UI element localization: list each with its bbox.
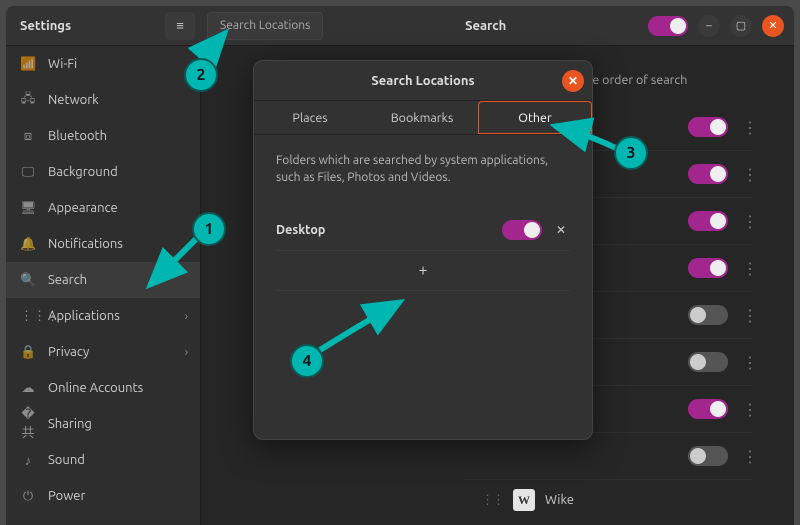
result-toggle[interactable] [688,399,728,419]
sidebar-icon: ☁ [20,381,36,396]
sidebar-icon: ⋮⋮⋮ [20,309,36,324]
sidebar-item-wi-fi[interactable]: 📶 Wi-Fi [6,46,200,82]
chevron-right-icon: › [185,310,188,323]
sidebar-item-background[interactable]: 🖵 Background [6,154,200,190]
sidebar-item-label: Sharing [48,417,92,431]
window-controls: – ▢ ✕ [648,15,794,37]
location-label: Desktop [276,223,492,237]
sidebar-item-notifications[interactable]: 🔔 Notifications [6,226,200,262]
hamburger-icon[interactable]: ≡ [165,12,195,40]
sidebar-item-label: Appearance [48,201,118,215]
sidebar-item-bluetooth[interactable]: ⧈ Bluetooth [6,118,200,154]
titlebar: Settings ≡ Search Locations Search – ▢ ✕ [6,6,794,46]
sidebar-item-search[interactable]: 🔍 Search [6,262,200,298]
wike-app-icon: W [513,489,535,511]
sidebar-icon: 🔒 [20,345,36,360]
more-icon[interactable]: ⋮ [742,400,752,419]
sidebar-item-label: Sound [48,453,85,467]
result-toggle[interactable] [688,352,728,372]
search-master-toggle[interactable] [648,16,688,36]
annotation-bubble-2: 2 [184,58,218,92]
location-toggle[interactable] [502,220,542,240]
add-location-button[interactable]: + [276,251,570,291]
sidebar-icon: 🖧 [20,89,36,111]
search-locations-button[interactable]: Search Locations [207,12,323,40]
result-toggle[interactable] [688,258,728,278]
sidebar-item-label: Bluetooth [48,129,107,143]
more-icon[interactable]: ⋮ [742,212,752,231]
result-toggle[interactable] [688,164,728,184]
drag-handle-icon[interactable]: ⋮⋮ [481,493,503,508]
more-icon[interactable]: ⋮ [742,165,752,184]
result-toggle[interactable] [688,211,728,231]
sidebar-icon: ⧈ [20,129,36,144]
result-toggle[interactable] [688,305,728,325]
tab-places[interactable]: Places [254,101,366,134]
result-toggle[interactable] [688,117,728,137]
more-icon[interactable]: ⋮ [742,447,752,466]
sidebar-item-power[interactable]: ⏻ Power [6,478,200,514]
sidebar-item-privacy[interactable]: 🔒 Privacy › [6,334,200,370]
result-row: ⋮ [463,433,752,480]
sidebar[interactable]: 📶 Wi-Fi 🖧 Network ⧈ Bluetooth 🖵 Background 🖥 Appe… [6,46,201,525]
sidebar-icon: 🖵 [20,165,36,180]
sidebar-item-network[interactable]: 🖧 Network [6,82,200,118]
plus-icon: + [418,261,427,279]
wike-label: Wike [545,493,574,507]
sidebar-item-appearance[interactable]: 🖥 Appearance [6,190,200,226]
sidebar-item-applications[interactable]: ⋮⋮⋮Applications› [6,298,200,334]
search-locations-label: Search Locations [220,19,310,32]
sidebar-item-label: Background [48,165,118,179]
dialog-close-icon[interactable]: ✕ [562,70,584,92]
sidebar-item-label: Privacy [48,345,89,359]
more-icon[interactable]: ⋮ [742,259,752,278]
app-title: Settings [20,19,71,33]
annotation-bubble-1: 1 [192,212,226,246]
dialog-tabs: PlacesBookmarksOther [254,101,592,135]
sidebar-icon: �共 [20,407,36,441]
sidebar-icon: 🔍 [20,273,36,288]
maximize-icon[interactable]: ▢ [730,15,752,37]
sidebar-item-label: Search [48,273,87,287]
page-title: Search [323,19,648,33]
dialog-description: Folders which are searched by system app… [276,153,570,187]
sidebar-item-label: Wi-Fi [48,57,77,71]
sidebar-item-label: Power [48,489,85,503]
more-icon[interactable]: ⋮ [742,306,752,325]
sidebar-item-label: Notifications [48,237,123,251]
chevron-right-icon: › [185,346,188,359]
location-row-desktop: Desktop ✕ [276,211,570,251]
sidebar-item-label: Network [48,93,99,107]
sidebar-icon: ♪ [20,453,36,468]
location-remove-icon[interactable]: ✕ [552,223,570,237]
annotation-bubble-3: 3 [614,136,648,170]
sidebar-item-sharing[interactable]: �共 Sharing [6,406,200,442]
close-icon[interactable]: ✕ [762,15,784,37]
sidebar-icon: ⏻ [20,489,36,504]
tab-bookmarks[interactable]: Bookmarks [366,101,478,134]
titlebar-left: Settings ≡ [6,12,201,40]
tab-other[interactable]: Other [478,101,592,134]
sidebar-icon: 🔔 [20,237,36,252]
dialog-header: Search Locations ✕ [254,61,592,101]
sidebar-icon: 📶 [20,57,36,72]
minimize-icon[interactable]: – [698,15,720,37]
more-icon[interactable]: ⋮ [742,118,752,137]
dialog-title: Search Locations [371,74,474,88]
dialog-body: Folders which are searched by system app… [254,135,592,439]
more-icon[interactable]: ⋮ [742,353,752,372]
sidebar-item-online-accounts[interactable]: ☁ Online Accounts [6,370,200,406]
sidebar-item-label: Online Accounts [48,381,143,395]
result-row-wike[interactable]: ⋮⋮ W Wike [481,489,574,511]
annotation-bubble-4: 4 [290,344,324,378]
sidebar-icon: 🖥 [20,201,36,216]
sidebar-item-sound[interactable]: ♪ Sound [6,442,200,478]
result-toggle[interactable] [688,446,728,466]
search-locations-dialog: Search Locations ✕ PlacesBookmarksOther … [253,60,593,440]
